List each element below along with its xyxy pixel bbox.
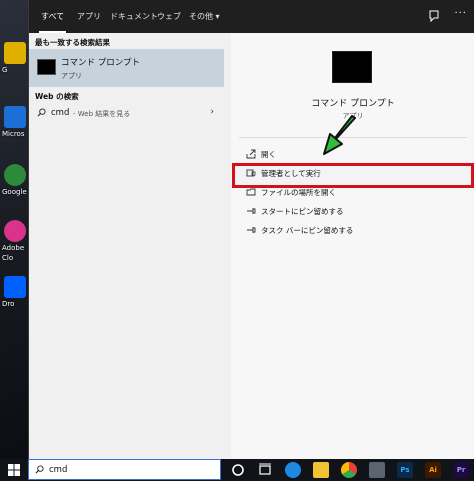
desktop-icon-label: Dro: [2, 300, 15, 308]
start-search-panel: すべて アプリ ドキュメント ウェブ その他 ▾ ··· 最も一致する検索結果 …: [28, 0, 474, 459]
desktop-icon-adobe[interactable]: Adobe Clo: [2, 220, 28, 262]
cortana-icon[interactable]: [230, 462, 246, 478]
google-icon: [4, 164, 26, 186]
edge-icon[interactable]: [285, 462, 301, 478]
chevron-right-icon[interactable]: ›: [210, 107, 214, 117]
search-filter-bar: すべて アプリ ドキュメント ウェブ その他 ▾ ···: [29, 0, 474, 33]
microsoft-icon: [4, 106, 26, 128]
desktop-icon-google[interactable]: Google: [2, 164, 28, 196]
results-pane: 最も一致する検索結果 コマンド プロンプト アプリ Web の検索 cmd - …: [29, 33, 224, 459]
command-prompt-large-icon: [332, 51, 372, 83]
search-icon: [35, 465, 44, 474]
pin-icon: [247, 227, 256, 233]
open-icon: [246, 149, 256, 159]
best-match-title: コマンド プロンプト: [61, 58, 140, 68]
preview-pane: コマンド プロンプト アプリ 開く 管理者として実行 ファイルの場所を開く: [231, 33, 474, 459]
tab-web[interactable]: ウェブ: [157, 0, 181, 33]
preview-title: コマンド プロンプト: [311, 99, 395, 109]
more-options-button[interactable]: ···: [454, 8, 467, 19]
green-arrow-pointer-icon: [323, 115, 356, 155]
desktop-icon-dropbox[interactable]: Dro: [2, 276, 28, 308]
shield-icon: [246, 169, 256, 177]
calculator-icon[interactable]: [369, 462, 385, 478]
desktop-icon-label: Clo: [2, 254, 14, 262]
best-match-heading: 最も一致する検索結果: [35, 38, 110, 47]
folder-icon: [4, 42, 26, 64]
feedback-icon[interactable]: [427, 9, 441, 23]
web-search-query: cmd: [51, 108, 70, 118]
desktop-icon-label: Google: [2, 188, 27, 196]
adobe-cloud-icon: [4, 220, 26, 242]
tab-documents[interactable]: ドキュメント: [110, 0, 158, 33]
desktop-icon-label: Adobe: [2, 244, 25, 252]
best-match-subtitle: アプリ: [61, 72, 82, 80]
illustrator-icon[interactable]: Ai: [425, 462, 441, 478]
desktop-icon-folder[interactable]: G: [2, 42, 28, 74]
desktop-icon-label: Micros: [2, 130, 25, 138]
chrome-icon[interactable]: [341, 462, 357, 478]
web-search-subtitle: - Web 結果を見る: [73, 110, 131, 118]
dropbox-icon: [4, 276, 26, 298]
action-label: 開く: [261, 150, 276, 159]
taskbar: Ps Ai Pr: [0, 459, 474, 481]
taskbar-search-box[interactable]: [28, 459, 221, 480]
action-label: タスク バーにピン留めする: [261, 226, 354, 235]
desktop-icon-label: G: [2, 66, 8, 74]
web-search-result[interactable]: cmd - Web 結果を見る ›: [29, 103, 224, 125]
folder-icon: [246, 188, 256, 196]
action-label: スタートにピン留めする: [261, 207, 344, 216]
task-view-icon[interactable]: [257, 462, 273, 478]
pin-icon: [247, 208, 256, 214]
action-label: ファイルの場所を開く: [261, 188, 336, 197]
premiere-icon[interactable]: Pr: [453, 462, 469, 478]
best-match-result[interactable]: コマンド プロンプト アプリ: [29, 49, 224, 87]
explorer-icon[interactable]: [313, 462, 329, 478]
windows-start-icon[interactable]: [8, 464, 20, 476]
desktop-icon-microsoft[interactable]: Micros: [2, 106, 28, 138]
tab-all[interactable]: すべて: [38, 0, 67, 33]
web-search-heading: Web の検索: [35, 92, 79, 101]
search-icon: [37, 108, 46, 117]
photoshop-icon[interactable]: Ps: [397, 462, 413, 478]
tab-more[interactable]: その他 ▾: [189, 0, 220, 33]
command-prompt-icon: [37, 59, 56, 75]
search-input[interactable]: [49, 463, 209, 477]
action-label: 管理者として実行: [261, 169, 321, 178]
tab-apps[interactable]: アプリ: [77, 0, 101, 33]
